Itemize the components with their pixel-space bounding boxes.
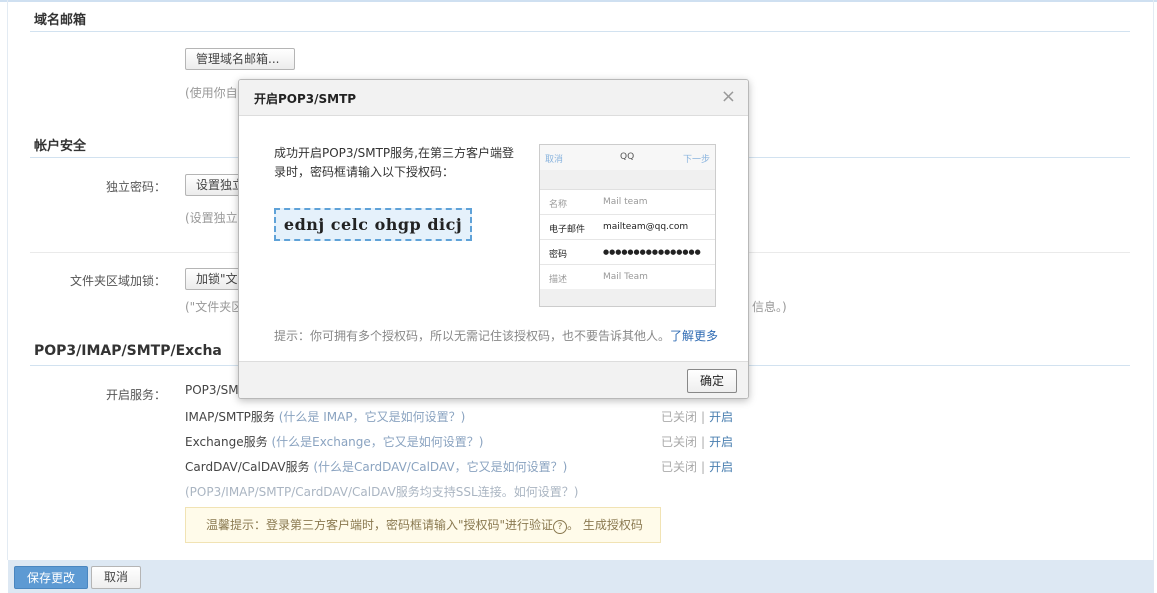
phone-nav-bar: 取消 QQ 下一步 [540,145,715,171]
section-title-domain-mail: 域名邮箱 [34,13,87,28]
service-row-exchange: Exchange服务 (什么是Exchange，它又是如何设置？) [185,433,483,450]
save-changes-button[interactable]: 保存更改 [14,566,89,589]
status-text: 已关闭 [661,410,698,424]
service-name: CardDAV/CalDAV服务 [185,460,310,474]
close-icon[interactable]: × [721,87,736,107]
left-border [7,0,8,560]
footer-bar [8,560,1154,593]
service-status-exchange: 已关闭 | 开启 [661,435,734,449]
help-circle-icon[interactable]: ? [553,520,568,534]
dialog-header: 开启POP3/SMTP × [239,80,748,116]
service-status-imap: 已关闭 | 开启 [661,410,734,424]
service-name: Exchange服务 [185,435,268,449]
service-name-pop3: POP3/SM [185,383,239,397]
dialog-title: 开启POP3/SMTP [254,92,357,106]
status-text: 已关闭 [661,460,698,474]
enable-link[interactable]: 开启 [709,460,733,474]
phone-nav-title: QQ [620,152,635,162]
help-link[interactable]: (什么是CardDAV/CalDAV，它又是如何设置？) [313,460,567,474]
independent-password-hint: (设置独立 [185,211,238,225]
folder-lock-hint: ("文件夹区 [185,300,244,314]
manage-domain-mail-button[interactable]: 管理域名邮箱... [185,48,295,70]
warm-tip-text: 温馨提示：登录第三方客户端时，密码框请输入"授权码"进行验证 [206,518,554,532]
enable-link[interactable]: 开启 [709,410,733,424]
service-name: IMAP/SMTP服务 [185,410,275,424]
folder-lock-button[interactable]: 加锁"文 [185,268,245,290]
pop3-dialog: 开启POP3/SMTP × 成功开启POP3/SMTP服务,在第三方客户端登录时… [238,79,749,399]
domain-mail-hint: (使用你自 [185,86,238,100]
phone-bottom [540,289,715,306]
phone-illustration: 取消 QQ 下一步 名称 Mail team 电子邮件 mailteam@qq.co… [539,144,716,307]
phone-row-name: 名称 Mail team [540,190,715,215]
row-divider [30,252,240,253]
independent-password-label: 独立密码： [105,180,166,194]
set-independent-password-button[interactable]: 设置独立 [185,174,245,196]
dialog-footer: 确定 [239,361,748,398]
row-divider [749,252,1130,253]
status-text: 已关闭 [661,435,698,449]
confirm-button[interactable]: 确定 [686,369,737,393]
help-link[interactable]: (什么是 IMAP，它又是如何设置？) [279,410,466,424]
auth-code: ednj celc ohgp dicj [274,208,472,241]
section-title-account-security: 帐户安全 [34,139,87,154]
phone-row-description: 描述 Mail Team [540,265,715,290]
warm-tip-box: 温馨提示：登录第三方客户端时，密码框请输入"授权码"进行验证?。 生成授权码 [185,507,661,543]
warm-tip-separator: 。 [567,518,580,532]
service-row-carddav: CardDAV/CalDAV服务 (什么是CardDAV/CalDAV，它又是如… [185,458,567,475]
learn-more-link[interactable]: 了解更多 [670,329,718,343]
top-border [0,0,1157,2]
folder-lock-label: 文件夹区域加锁： [69,274,166,288]
section-title-pop3: POP3/IMAP/SMTP/Excha [34,343,222,359]
service-row-imap: IMAP/SMTP服务 (什么是 IMAP，它又是如何设置？) [185,408,465,425]
folder-lock-hint-end: 信息。) [752,300,787,314]
enable-link[interactable]: 开启 [709,435,733,449]
phone-row-password: 密码 ●●●●●●●●●●●●●●●● [540,240,715,265]
dialog-message: 成功开启POP3/SMTP服务,在第三方客户端登录时，密码框请输入以下授权码： [274,146,514,179]
phone-nav-cancel: 取消 [545,155,564,165]
ssl-note[interactable]: (POP3/IMAP/SMTP/CardDAV/CalDAV服务均支持SSL连接… [185,483,578,500]
service-status-carddav: 已关闭 | 开启 [661,460,734,474]
help-link[interactable]: (什么是Exchange，它又是如何设置？) [271,435,483,449]
phone-nav-next: 下一步 [682,155,710,165]
section-divider [30,31,1130,32]
phone-row-email: 电子邮件 mailteam@qq.com [540,215,715,240]
dialog-tip: 提示：你可拥有多个授权码，所以无需记住该授权码，也不要告诉其他人。了解更多 [274,327,718,344]
phone-spacer [540,170,715,190]
cancel-button[interactable]: 取消 [91,566,142,589]
generate-auth-code-link[interactable]: 生成授权码 [583,518,643,532]
right-border [1153,0,1154,560]
dialog-tip-text: 提示：你可拥有多个授权码，所以无需记住该授权码，也不要告诉其他人。 [274,329,671,343]
enable-service-label: 开启服务： [105,388,166,402]
